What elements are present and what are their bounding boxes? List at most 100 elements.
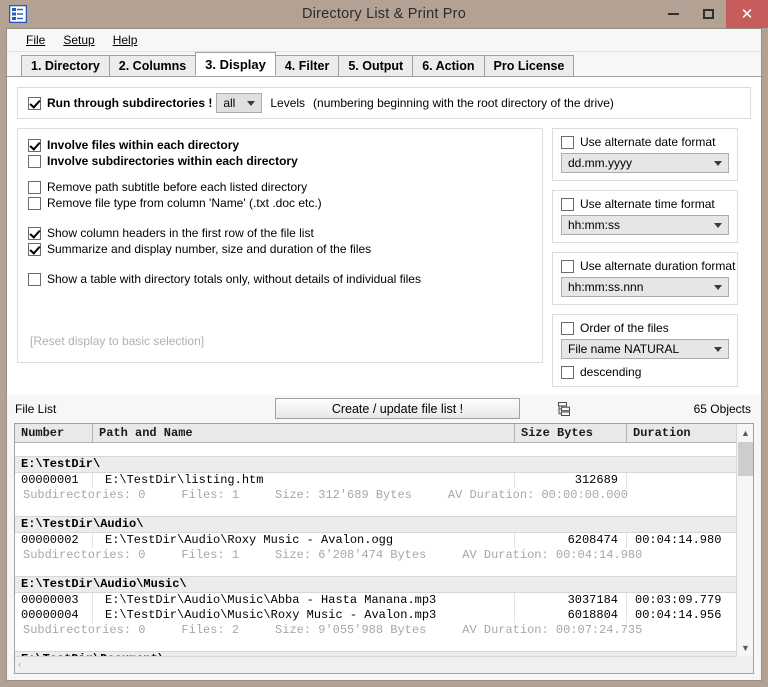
- directory-header-row[interactable]: E:\TestDir\: [15, 456, 753, 473]
- maximize-button[interactable]: [690, 0, 726, 28]
- column-header-size-bytes[interactable]: Size Bytes: [515, 424, 627, 442]
- alternate-date-format-label: Use alternate date format: [580, 135, 716, 149]
- option-involve-subdirectories[interactable]: Involve subdirectories within each direc…: [28, 154, 532, 168]
- file-list-body: E:\TestDir\ 00000001 E:\TestDir\listing.…: [15, 443, 753, 673]
- display-options-columns: Involve files within each directory Invo…: [17, 128, 751, 387]
- alternate-time-format-row[interactable]: Use alternate time format: [561, 197, 729, 211]
- tab-pro-license[interactable]: Pro License: [483, 55, 575, 76]
- alternate-duration-format-checkbox[interactable]: [561, 259, 574, 273]
- row-duration: 00:04:14.956: [627, 608, 747, 623]
- order-of-files-checkbox[interactable]: [561, 321, 574, 335]
- menu-setup-label: Setup: [63, 33, 95, 47]
- option-summarize[interactable]: Summarize and display number, size and d…: [28, 242, 532, 256]
- tab-strip: 1. Directory 2. Columns 3. Display 4. Fi…: [7, 52, 761, 76]
- scroll-left-icon[interactable]: ‹: [18, 659, 22, 671]
- alternate-date-format-row[interactable]: Use alternate date format: [561, 135, 729, 149]
- directory-path: E:\TestDir\: [21, 457, 101, 471]
- column-header-number[interactable]: Number: [15, 424, 93, 442]
- option-show-column-headers-label: Show column headers in the first row of …: [47, 226, 314, 240]
- order-of-files-select[interactable]: File name NATURAL: [561, 339, 729, 359]
- option-involve-files-checkbox[interactable]: [28, 138, 41, 152]
- directory-path: E:\TestDir\Audio\Music\: [21, 577, 187, 591]
- horizontal-scrollbar[interactable]: ‹ ›: [15, 656, 753, 673]
- directory-summary-row: Subdirectories: 0 Files: 1 Size: 312'689…: [15, 488, 753, 503]
- descending-checkbox[interactable]: [561, 365, 574, 379]
- date-format-value: dd.mm.yyyy: [568, 156, 633, 170]
- options-spacer-2: [28, 212, 532, 226]
- column-header-path-and-name[interactable]: Path and Name: [93, 424, 515, 442]
- tab-display[interactable]: 3. Display: [195, 52, 276, 76]
- option-directory-totals-only[interactable]: Show a table with directory totals only,…: [28, 272, 532, 286]
- descending-row[interactable]: descending: [561, 365, 729, 379]
- title-bar: Directory List & Print Pro ✕: [0, 0, 768, 28]
- alternate-date-format-checkbox[interactable]: [561, 135, 574, 149]
- tab-action[interactable]: 6. Action: [412, 55, 485, 76]
- levels-note: (numbering beginning with the root direc…: [313, 96, 614, 110]
- option-remove-path-subtitle[interactable]: Remove path subtitle before each listed …: [28, 180, 532, 194]
- option-directory-totals-only-checkbox[interactable]: [28, 272, 41, 286]
- option-remove-file-type-label: Remove file type from column 'Name' (.tx…: [47, 196, 322, 210]
- row-number: 00000001: [15, 473, 93, 488]
- column-header-duration[interactable]: Duration: [627, 424, 747, 442]
- option-remove-file-type[interactable]: Remove file type from column 'Name' (.tx…: [28, 196, 532, 210]
- menu-help[interactable]: Help: [104, 31, 147, 49]
- close-button[interactable]: ✕: [726, 0, 768, 28]
- table-row[interactable]: 00000003 E:\TestDir\Audio\Music\Abba - H…: [15, 593, 753, 608]
- row-number: 00000004: [15, 608, 93, 623]
- directory-summary-text: Subdirectories: 0 Files: 1 Size: 6'208'4…: [23, 548, 643, 562]
- order-of-files-row[interactable]: Order of the files: [561, 321, 729, 335]
- option-remove-path-subtitle-checkbox[interactable]: [28, 180, 41, 194]
- tab-output[interactable]: 5. Output: [338, 55, 414, 76]
- descending-label: descending: [580, 365, 642, 379]
- minimize-button[interactable]: [655, 0, 691, 28]
- alternate-date-format-group: Use alternate date format dd.mm.yyyy: [552, 128, 738, 181]
- table-row[interactable]: 00000002 E:\TestDir\Audio\Roxy Music - A…: [15, 533, 753, 548]
- tab-directory[interactable]: 1. Directory: [21, 55, 110, 76]
- alternate-time-format-checkbox[interactable]: [561, 197, 574, 211]
- tab-filter[interactable]: 4. Filter: [274, 55, 340, 76]
- option-remove-file-type-checkbox[interactable]: [28, 196, 41, 210]
- alternate-duration-format-row[interactable]: Use alternate duration format: [561, 259, 735, 273]
- order-of-files-label: Order of the files: [580, 321, 669, 335]
- row-size: 312689: [515, 473, 627, 488]
- row-size: 6208474: [515, 533, 627, 548]
- file-list-toolbar: File List Create / update file list ! 65…: [7, 395, 761, 423]
- option-involve-subdirectories-label: Involve subdirectories within each direc…: [47, 154, 298, 168]
- run-through-subdirectories-label: Run through subdirectories !: [47, 96, 213, 110]
- create-update-file-list-button[interactable]: Create / update file list !: [275, 398, 520, 419]
- option-involve-files[interactable]: Involve files within each directory: [28, 138, 532, 152]
- run-through-subdirectories-checkbox[interactable]: [28, 96, 41, 110]
- maximize-icon: [702, 9, 714, 19]
- date-format-select[interactable]: dd.mm.yyyy: [561, 153, 729, 173]
- directory-header-row[interactable]: E:\TestDir\Audio\Music\: [15, 576, 753, 593]
- option-involve-subdirectories-checkbox[interactable]: [28, 154, 41, 168]
- file-list-column-headers: Number Path and Name Size Bytes Duration: [15, 424, 753, 443]
- option-show-column-headers[interactable]: Show column headers in the first row of …: [28, 226, 532, 240]
- option-summarize-checkbox[interactable]: [28, 242, 41, 256]
- list-gap: [15, 563, 753, 576]
- table-row[interactable]: 00000001 E:\TestDir\listing.htm 312689: [15, 473, 753, 488]
- row-path: E:\TestDir\Audio\Roxy Music - Avalon.ogg: [93, 533, 515, 548]
- menu-bar: File Setup Help: [7, 29, 761, 52]
- time-format-select[interactable]: hh:mm:ss: [561, 215, 729, 235]
- format-options-column: Use alternate date format dd.mm.yyyy Use…: [552, 128, 738, 387]
- run-through-subdirectories-row[interactable]: Run through subdirectories !: [28, 96, 212, 110]
- reset-display-link[interactable]: [Reset display to basic selection]: [30, 334, 204, 348]
- menu-file[interactable]: File: [17, 31, 54, 49]
- directory-header-row[interactable]: E:\TestDir\Audio\: [15, 516, 753, 533]
- table-row[interactable]: 00000004 E:\TestDir\Audio\Music\Roxy Mus…: [15, 608, 753, 623]
- tree-view-icon[interactable]: [552, 398, 574, 419]
- menu-setup[interactable]: Setup: [54, 31, 103, 49]
- client-area: File Setup Help 1. Directory 2. Columns …: [6, 28, 762, 681]
- scroll-down-icon[interactable]: ▼: [737, 639, 753, 656]
- duration-format-value: hh:mm:ss.nnn: [568, 280, 644, 294]
- scroll-up-icon[interactable]: ▲: [737, 424, 753, 441]
- tab-columns[interactable]: 2. Columns: [108, 55, 197, 76]
- vertical-scrollbar[interactable]: ▲ ▼: [736, 424, 753, 656]
- option-show-column-headers-checkbox[interactable]: [28, 226, 41, 240]
- directory-summary-row: Subdirectories: 0 Files: 1 Size: 6'208'4…: [15, 548, 753, 563]
- duration-format-select[interactable]: hh:mm:ss.nnn: [561, 277, 729, 297]
- row-duration: 00:04:14.980: [627, 533, 747, 548]
- levels-select[interactable]: all: [216, 93, 263, 113]
- vertical-scrollbar-thumb[interactable]: [738, 442, 753, 476]
